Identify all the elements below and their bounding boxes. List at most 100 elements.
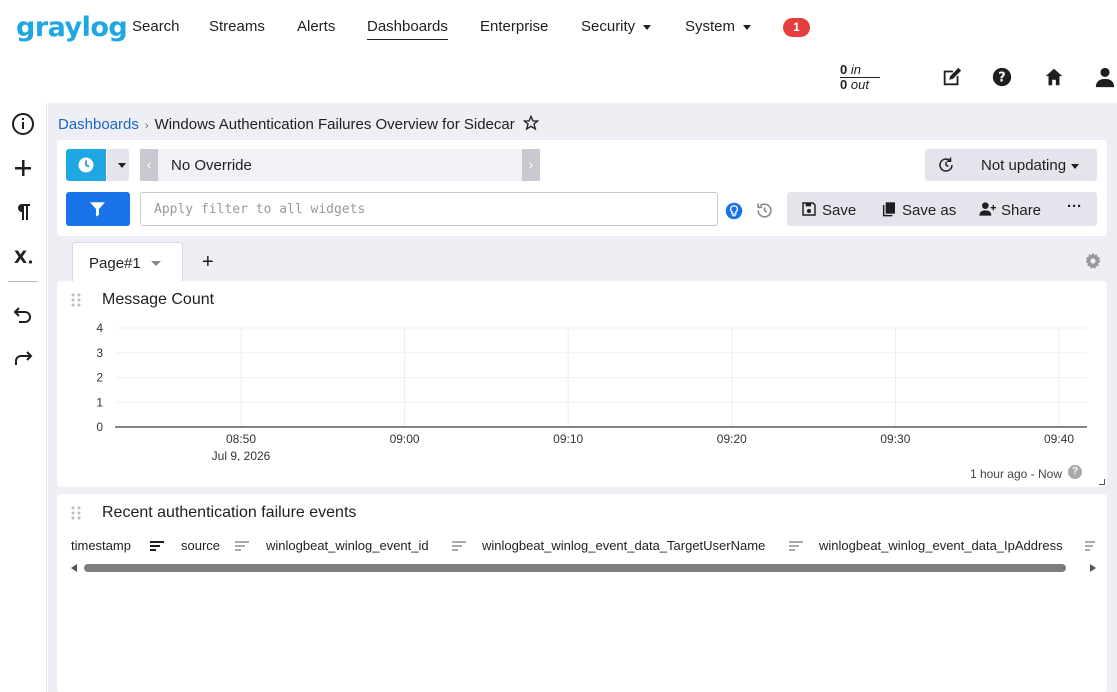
y-tick-label: 3 bbox=[96, 346, 103, 360]
user-plus-icon bbox=[979, 202, 996, 216]
graylog-logo[interactable]: graylog bbox=[16, 12, 128, 43]
info-icon[interactable] bbox=[11, 112, 35, 136]
x-tick-label: 08:50 bbox=[226, 432, 256, 446]
save-as-button[interactable]: Save as bbox=[881, 201, 956, 219]
refresh-label-text: Not updating bbox=[981, 157, 1067, 174]
table-header: timestamp source winlogbeat_winlog_event… bbox=[57, 538, 1107, 558]
nav-system-label: System bbox=[685, 18, 736, 35]
query-history-icon[interactable] bbox=[755, 201, 774, 220]
sort-icon[interactable] bbox=[150, 540, 164, 552]
throughput-in-label: in bbox=[850, 62, 861, 77]
paragraph-icon[interactable] bbox=[11, 200, 35, 224]
nav-search[interactable]: Search bbox=[132, 18, 180, 35]
sort-icon[interactable] bbox=[452, 540, 466, 552]
chevron-left-icon[interactable]: ‹ bbox=[140, 149, 158, 181]
column-target-user-name[interactable]: winlogbeat_winlog_event_data_TargetUserN… bbox=[482, 538, 765, 553]
svg-text:?: ? bbox=[998, 71, 1005, 86]
nav-dashboards[interactable]: Dashboards bbox=[367, 18, 448, 40]
widget-title: Message Count bbox=[102, 291, 215, 308]
apply-filter-button[interactable] bbox=[66, 192, 130, 226]
throughput-indicator[interactable]: 0 in 0 out bbox=[840, 63, 880, 92]
sort-icon[interactable] bbox=[235, 540, 249, 552]
share-button[interactable]: Share bbox=[979, 201, 1041, 219]
chevron-down-icon bbox=[743, 24, 752, 30]
save-label: Save bbox=[822, 202, 857, 219]
edit-icon[interactable] bbox=[941, 66, 963, 88]
chevron-down-icon[interactable] bbox=[151, 261, 161, 266]
add-page-button[interactable]: + bbox=[202, 251, 214, 274]
breadcrumb: Dashboards › Windows Authentication Failur… bbox=[58, 114, 540, 133]
refresh-label: Not updating bbox=[981, 157, 1080, 174]
gear-icon[interactable] bbox=[1084, 252, 1102, 270]
x-tick-label: 09:20 bbox=[717, 432, 747, 446]
throughput-in-value: 0 bbox=[840, 62, 848, 77]
share-label: Share bbox=[1001, 202, 1042, 219]
column-event-id[interactable]: winlogbeat_winlog_event_id bbox=[266, 538, 429, 553]
nav-alerts[interactable]: Alerts bbox=[297, 18, 335, 35]
notification-badge[interactable]: 1 bbox=[783, 18, 810, 37]
home-icon[interactable] bbox=[1043, 66, 1065, 88]
refresh-history-icon bbox=[939, 157, 953, 172]
filter-icon bbox=[90, 202, 105, 217]
sort-icon[interactable] bbox=[789, 540, 803, 552]
chevron-right-icon[interactable]: › bbox=[522, 149, 540, 181]
dashboard-actions: Save Save as Share ··· bbox=[787, 192, 1097, 226]
help-icon[interactable]: ? bbox=[1068, 465, 1082, 479]
widget-recent-events: Recent authentication failure events tim… bbox=[57, 494, 1107, 692]
query-hint-icon[interactable] bbox=[725, 202, 743, 220]
drag-handle-icon[interactable] bbox=[71, 293, 81, 307]
nav-enterprise[interactable]: Enterprise bbox=[480, 18, 548, 35]
widget-title: Recent authentication failure events bbox=[102, 504, 357, 521]
time-range-dropdown[interactable] bbox=[107, 149, 129, 181]
save-button[interactable]: Save bbox=[801, 201, 856, 219]
svg-text:X: X bbox=[14, 248, 27, 268]
parameters-icon[interactable]: X bbox=[11, 245, 35, 269]
x-tick-label: 09:40 bbox=[1044, 432, 1074, 446]
throughput-out-label: out bbox=[850, 77, 869, 92]
y-tick-label: 1 bbox=[96, 395, 103, 409]
query-input[interactable] bbox=[140, 192, 718, 226]
redo-icon[interactable] bbox=[11, 346, 35, 370]
copy-icon bbox=[882, 202, 895, 217]
column-ip-address[interactable]: winlogbeat_winlog_event_data_IpAddress bbox=[819, 538, 1063, 553]
time-range-label: No Override bbox=[171, 157, 252, 174]
message-count-chart[interactable]: 0 1 2 3 4 08:50 09:00 09:10 09:20 09:30 09:40 Jul 9… bbox=[57, 311, 1107, 461]
horizontal-scrollbar[interactable] bbox=[71, 562, 1096, 574]
x-tick-label: 09:00 bbox=[390, 432, 420, 446]
save-as-label: Save as bbox=[902, 202, 957, 219]
resize-handle[interactable] bbox=[1099, 479, 1105, 485]
tab-page-1[interactable]: Page#1 bbox=[72, 242, 183, 282]
refresh-control[interactable]: Not updating bbox=[925, 149, 1097, 181]
sort-icon[interactable] bbox=[1085, 540, 1095, 552]
widget-message-count: Message Count 0 1 2 3 4 08:50 09:00 09:10 09:20 0… bbox=[57, 281, 1107, 487]
nav-streams[interactable]: Streams bbox=[209, 18, 265, 35]
star-icon[interactable] bbox=[522, 114, 540, 131]
search-bar: ‹ No Override › Not updating Apply filte… bbox=[57, 140, 1107, 236]
y-tick-label: 2 bbox=[96, 371, 103, 385]
help-icon[interactable]: ? bbox=[991, 66, 1013, 88]
nav-security[interactable]: Security bbox=[581, 18, 652, 35]
nav-system[interactable]: System bbox=[685, 18, 752, 35]
undo-icon[interactable] bbox=[11, 302, 35, 326]
more-actions-button[interactable]: ··· bbox=[1067, 198, 1082, 215]
page-title: Windows Authentication Failures Overview… bbox=[154, 116, 515, 133]
clock-icon bbox=[78, 157, 94, 173]
column-timestamp[interactable]: timestamp bbox=[71, 538, 131, 553]
y-tick-label: 0 bbox=[96, 420, 103, 434]
chevron-down-icon bbox=[1071, 163, 1080, 169]
throughput-out-value: 0 bbox=[840, 77, 848, 92]
dashboard-main: Dashboards › Windows Authentication Failur… bbox=[48, 103, 1117, 692]
time-range-button[interactable] bbox=[66, 149, 106, 181]
x-tick-label: 09:10 bbox=[553, 432, 583, 446]
tab-label: Page#1 bbox=[89, 255, 141, 272]
top-navigation: graylog Search Streams Alerts Dashboards… bbox=[0, 0, 1117, 55]
chevron-down-icon bbox=[118, 163, 126, 168]
save-icon bbox=[802, 202, 816, 216]
dashboard-sidebar: X bbox=[0, 103, 47, 692]
breadcrumb-dashboards-link[interactable]: Dashboards bbox=[58, 116, 139, 133]
drag-handle-icon[interactable] bbox=[71, 506, 81, 520]
add-icon[interactable] bbox=[11, 156, 35, 180]
user-icon[interactable] bbox=[1094, 66, 1116, 88]
column-source[interactable]: source bbox=[181, 538, 220, 553]
time-range-display[interactable]: ‹ No Override › bbox=[140, 149, 540, 181]
